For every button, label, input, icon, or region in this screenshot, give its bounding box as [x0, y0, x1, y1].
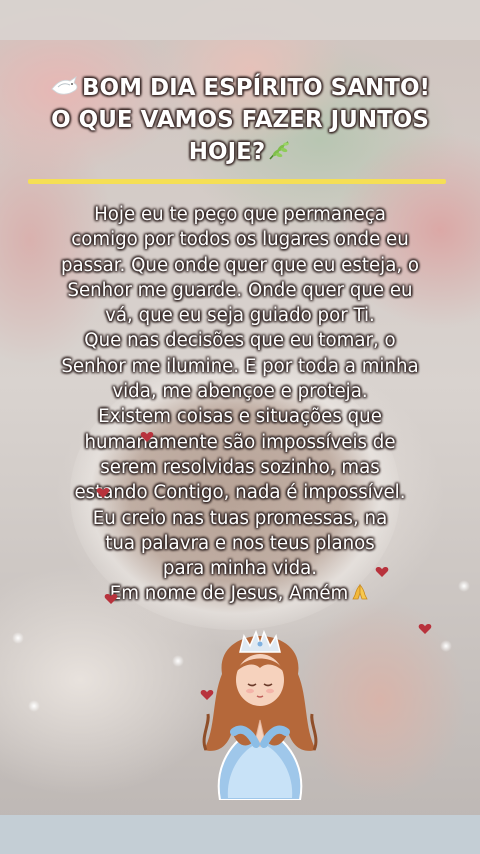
- prayer-line: Senhor me ilumine. E por toda a minha: [61, 355, 419, 377]
- yellow-divider: [28, 179, 446, 184]
- sparkle-icon: [458, 580, 470, 592]
- prayer-line: Eu creio nas tuas promessas, na: [92, 507, 388, 529]
- prayer-closing-text: Em nome de Jesus, Amém: [109, 583, 349, 605]
- dove-icon: [51, 76, 78, 95]
- prayer-line: estando Contigo, nada é impossível.: [74, 482, 406, 504]
- heart-icon: [418, 624, 432, 634]
- title-line-1: BOM DIA ESPÍRITO SANTO!: [50, 75, 430, 101]
- prayer-line: passar. Que onde quer que eu esteja, o: [60, 254, 420, 276]
- sparkle-icon: [440, 640, 452, 652]
- heart-icon: [140, 432, 154, 442]
- prayer-text: Hoje eu te peço que permaneça comigo por…: [28, 202, 452, 607]
- prayer-line: comigo por todos os lugares onde eu: [71, 229, 409, 251]
- bottom-frame-band: [0, 815, 480, 854]
- prayer-closing-line: Em nome de Jesus, Amém: [28, 581, 452, 606]
- prayer-line: vá, que eu seja guiado por Ti.: [105, 305, 375, 327]
- prayer-line: Existem coisas e situações que: [98, 406, 382, 428]
- greeting-title: BOM DIA ESPÍRITO SANTO! O QUE VAMOS FAZE…: [30, 72, 450, 168]
- prayer-line: serem resolvidas sozinho, mas: [100, 456, 380, 478]
- title-text-1: BOM DIA ESPÍRITO SANTO!: [82, 75, 430, 101]
- title-text-3: HOJE?: [188, 139, 266, 165]
- prayer-line: Senhor me guarde. Onde quer que eu: [67, 279, 413, 301]
- heart-icon: [375, 567, 389, 577]
- title-line-2: O QUE VAMOS FAZER JUNTOS: [51, 107, 429, 133]
- prayer-line: Que nas decisões que eu tomar, o: [84, 330, 396, 352]
- leaf-icon: [269, 141, 290, 160]
- prayer-line: vida, me abençoe e proteja.: [112, 381, 368, 403]
- sparkle-icon: [12, 632, 24, 644]
- sparkle-icon: [28, 700, 40, 712]
- top-frame-band: [0, 0, 480, 40]
- praying-princess-illustration: [202, 629, 318, 800]
- heart-icon: [96, 488, 110, 498]
- prayer-line: tua palavra e nos teus planos: [105, 532, 375, 554]
- praying-hands-icon: [352, 584, 368, 600]
- heart-icon: [104, 594, 118, 604]
- title-line-3: HOJE?: [189, 139, 291, 165]
- prayer-line: Hoje eu te peço que permaneça: [94, 204, 386, 225]
- prayer-line: humanamente são impossíveis de: [84, 431, 396, 453]
